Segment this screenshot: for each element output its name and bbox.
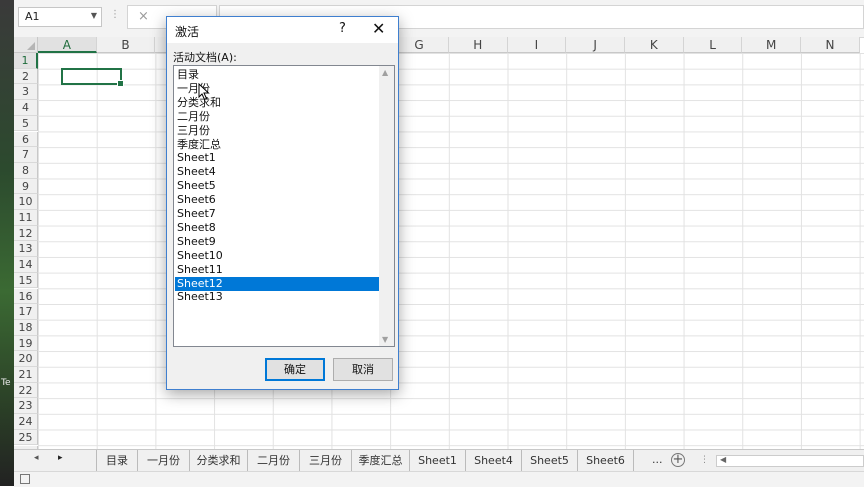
list-item[interactable]: 目录 [175,68,382,82]
add-sheet-icon[interactable]: + [671,453,685,467]
status-bar [14,471,864,487]
close-icon[interactable]: ✕ [372,19,385,38]
list-item[interactable]: Sheet8 [175,221,382,235]
name-box[interactable]: A1 ▼ [18,7,102,27]
active-documents-list[interactable]: 目录 一月份 分类求和 二月份 三月份 季度汇总 Sheet1 Sheet4 Sheet5 She… [173,65,395,347]
sheet-tab[interactable]: 分类求和 [190,450,248,471]
mouse-pointer-icon [198,83,210,101]
row-header-16[interactable]: 16 [14,288,38,305]
list-item[interactable]: 二月份 [175,110,382,124]
macro-record-icon[interactable] [20,474,30,484]
select-all-button[interactable] [14,37,38,53]
ok-button[interactable]: 确定 [265,358,325,381]
scroll-up-icon[interactable]: ▲ [382,68,388,77]
list-item[interactable]: Sheet5 [175,179,382,193]
list-item[interactable]: 季度汇总 [175,138,382,152]
tab-next-icon[interactable]: ▸ [58,453,63,463]
row-header-10[interactable]: 10 [14,194,38,210]
cancel-button[interactable]: 取消 [333,358,393,381]
sheet-tab[interactable]: 目录 [96,450,138,471]
active-cell-a1[interactable] [61,68,124,87]
formula-bar: A1 ▼ ⋮ × [14,0,864,38]
row-header-22[interactable]: 22 [14,382,38,399]
list-item[interactable]: Sheet7 [175,207,382,221]
horizontal-scrollbar[interactable]: ◀ [716,455,864,467]
sheet-tab[interactable]: Sheet6 [578,450,634,471]
column-header-h[interactable]: H [448,37,508,53]
activate-dialog: 激活 ? ✕ 活动文档(A): 目录 一月份 分类求和 二月份 三月份 季度汇总 Sheet… [166,16,399,390]
column-header-a[interactable]: A [38,37,97,53]
cancel-icon[interactable]: × [138,9,149,24]
row-header-15[interactable]: 15 [14,272,38,289]
dialog-title: 激活 [175,25,200,39]
column-header-k[interactable]: K [625,37,684,53]
tab-split-handle-icon[interactable]: ⋮ [700,455,709,465]
dialog-title-bar[interactable]: 激活 ? ✕ [167,17,398,43]
name-box-value: A1 [25,10,40,23]
row-header-24[interactable]: 24 [14,414,38,430]
sheet-tab[interactable]: 二月份 [248,450,300,471]
column-header-i[interactable]: I [507,37,567,53]
sheet-tab[interactable]: Sheet5 [522,450,578,471]
row-header-7[interactable]: 7 [14,147,38,163]
row-header-3[interactable]: 3 [14,84,38,101]
row-header-6[interactable]: 6 [14,131,38,148]
row-header-4[interactable]: 4 [14,100,38,116]
column-header-l[interactable]: L [683,37,743,53]
row-header-25[interactable]: 25 [14,429,38,446]
column-header-n[interactable]: N [801,37,860,53]
row-header-21[interactable]: 21 [14,367,38,383]
row-header-14[interactable]: 14 [14,257,38,273]
row-header-13[interactable]: 13 [14,241,38,258]
list-item[interactable]: Sheet4 [175,165,382,179]
column-header-b[interactable]: B [96,37,156,53]
sheet-tab[interactable]: Sheet1 [410,450,466,471]
scroll-down-icon[interactable]: ▼ [382,335,388,344]
sheet-tab[interactable]: 三月份 [300,450,352,471]
list-item[interactable]: Sheet9 [175,235,382,249]
list-item[interactable]: Sheet10 [175,249,382,263]
row-header-12[interactable]: 12 [14,225,38,242]
tab-prev-icon[interactable]: ◂ [34,453,39,463]
row-header-19[interactable]: 19 [14,335,38,352]
row-header-9[interactable]: 9 [14,178,38,195]
list-scrollbar[interactable]: ▲ ▼ [379,66,394,346]
row-header-23[interactable]: 23 [14,398,38,415]
row-header-18[interactable]: 18 [14,319,38,336]
more-tabs-button[interactable]: ... [652,450,663,470]
list-item[interactable]: Sheet13 [175,290,382,304]
list-item[interactable]: 三月份 [175,124,382,138]
list-item[interactable]: Sheet1 [175,151,382,165]
sheet-tab-bar: ◂ ▸ 目录 一月份 分类求和 二月份 三月份 季度汇总 Sheet1 Sheet4 Sheet… [14,449,864,472]
more-options-icon[interactable]: ⋮ [110,9,120,20]
column-header-j[interactable]: J [566,37,625,53]
row-header-1[interactable]: 1 [14,53,38,69]
chevron-down-icon[interactable]: ▼ [91,11,97,20]
sheet-tab[interactable]: Sheet4 [466,450,522,471]
worksheet-grid: ABCDEFGHIJKLMN 1234567891011121314151617… [14,37,864,449]
help-icon[interactable]: ? [339,21,346,36]
sheet-tab[interactable]: 一月份 [138,450,190,471]
row-header-5[interactable]: 5 [14,115,38,132]
sheet-tab[interactable]: 季度汇总 [352,450,410,471]
list-label: 活动文档(A): [173,51,237,64]
scroll-left-icon[interactable]: ◀ [720,455,726,464]
row-header-8[interactable]: 8 [14,162,38,179]
list-item[interactable]: Sheet12 [175,276,382,291]
row-header-2[interactable]: 2 [14,68,38,85]
row-header-17[interactable]: 17 [14,304,38,320]
cell-area[interactable] [38,53,864,449]
row-header-20[interactable]: 20 [14,351,38,367]
desktop-background-strip [0,0,14,486]
list-item[interactable]: Sheet6 [175,193,382,207]
list-item[interactable]: Sheet11 [175,263,382,277]
desktop-text: Te [1,378,11,388]
column-header-m[interactable]: M [742,37,802,53]
row-header-11[interactable]: 11 [14,210,38,226]
